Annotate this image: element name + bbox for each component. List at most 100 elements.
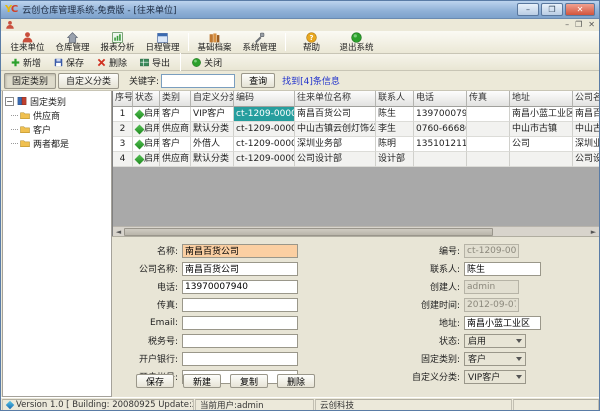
- toolbar-item-schedule[interactable]: 日程管理: [140, 31, 185, 53]
- toolbar-item-base-archives[interactable]: 基础档案: [192, 31, 237, 53]
- selected-cell[interactable]: ct-1209-00001: [234, 107, 295, 122]
- tax-no-field[interactable]: [182, 334, 298, 348]
- main-toolbar: 往来单位 仓库管理 报表分析 日程管理 基础档案 系统管理 ? 帮助: [1, 31, 599, 54]
- horizontal-scrollbar[interactable]: ◄ ►: [113, 226, 599, 236]
- toolbar-item-warehouse[interactable]: 仓库管理: [50, 31, 95, 53]
- created-time-field: [464, 298, 519, 312]
- fixed-category-label: 固定类别:: [400, 352, 460, 365]
- mdi-restore-button[interactable]: ❐: [575, 20, 582, 30]
- form-copy-button[interactable]: 复制: [230, 374, 268, 388]
- keyword-input[interactable]: [161, 74, 235, 88]
- col-header-status[interactable]: 状态: [133, 91, 160, 107]
- status-bar: Version 1.0 [ Building: 20080925 Update:…: [1, 397, 599, 411]
- title-bar: YC 云创仓库管理系统-免费版 - [往来单位] – ❐ ✕: [1, 1, 599, 19]
- tree-item-supplier[interactable]: 供应商: [19, 108, 109, 122]
- col-header-code[interactable]: 编码: [234, 91, 295, 107]
- export-button[interactable]: 导出: [134, 54, 175, 71]
- custom-category-select[interactable]: VIP客户: [464, 370, 526, 384]
- col-header-unit-name[interactable]: 往来单位名称: [295, 91, 376, 107]
- contact-field[interactable]: [464, 262, 541, 276]
- current-user-text: 当前用户:admin: [195, 399, 314, 411]
- col-header-fax[interactable]: 传真: [467, 91, 510, 107]
- status-enabled-icon: [135, 109, 145, 119]
- delete-button[interactable]: 删除: [91, 54, 132, 71]
- address-field[interactable]: [464, 316, 541, 330]
- table-row[interactable]: 3 启用 客户 外借人 ct-1209-00003 深圳业务部 陈明 13510…: [113, 137, 599, 152]
- toolbar-separator: [285, 33, 286, 51]
- form-save-button[interactable]: 保存: [136, 374, 174, 388]
- toolbar-item-reports[interactable]: 报表分析: [95, 31, 140, 53]
- bank-label: 开户银行:: [126, 352, 178, 365]
- table-row[interactable]: 4 启用 供应商 默认分类 ct-1209-00004 公司设计部 设计部 公司…: [113, 152, 599, 167]
- save-button[interactable]: 保存: [48, 54, 89, 71]
- mdi-close-button[interactable]: ✕: [588, 20, 595, 30]
- name-field[interactable]: [182, 244, 298, 258]
- toolbar-separator: [180, 53, 181, 71]
- bank-field[interactable]: [182, 352, 298, 366]
- chevron-down-icon: [516, 339, 522, 343]
- email-field[interactable]: [182, 316, 298, 330]
- folder-icon: [19, 123, 31, 135]
- mdi-minimize-button[interactable]: –: [565, 20, 569, 30]
- col-header-custom-category[interactable]: 自定义分类: [191, 91, 234, 107]
- chevron-down-icon: [516, 375, 522, 379]
- form-new-button[interactable]: 新建: [183, 374, 221, 388]
- phone-field[interactable]: [182, 280, 298, 294]
- tree-item-label: 客户: [33, 123, 51, 136]
- folder-icon: [19, 109, 31, 121]
- tree-item-both[interactable]: 两者都是: [19, 136, 109, 150]
- tree-root-fixed-category[interactable]: − 固定类别: [5, 94, 109, 108]
- search-button[interactable]: 查询: [241, 73, 275, 88]
- app-window: YC 云创仓库管理系统-免费版 - [往来单位] – ❐ ✕ – ❐ ✕ 往来单…: [0, 0, 600, 411]
- toolbar-item-help[interactable]: ? 帮助: [289, 31, 334, 53]
- status-enabled-icon: [135, 154, 145, 164]
- tree-item-customer[interactable]: 客户: [19, 122, 109, 136]
- category-tree: − 固定类别 供应商 客户 两者都是: [2, 91, 112, 397]
- close-button[interactable]: ✕: [565, 3, 595, 16]
- col-header-address[interactable]: 地址: [510, 91, 573, 107]
- phone-label: 电话:: [126, 280, 178, 293]
- scrollbar-thumb[interactable]: [124, 228, 493, 236]
- tree-expander[interactable]: −: [5, 97, 14, 106]
- toolbar-separator: [188, 33, 189, 51]
- tree-root-label: 固定类别: [30, 95, 66, 108]
- created-time-label: 创建时间:: [400, 298, 460, 311]
- status-select[interactable]: 启用: [464, 334, 526, 348]
- tab-fixed-category[interactable]: 固定类别: [4, 73, 56, 89]
- fixed-category-select[interactable]: 客户: [464, 352, 526, 366]
- scroll-left-arrow-icon[interactable]: ◄: [113, 227, 124, 237]
- export-excel-icon: [139, 57, 150, 68]
- email-label: Email:: [126, 318, 178, 328]
- contact-label: 联系人:: [400, 262, 460, 275]
- col-header-no[interactable]: 序号: [113, 91, 133, 107]
- close-view-button[interactable]: 关闭: [186, 54, 227, 71]
- toolbar-item-system[interactable]: 系统管理: [237, 31, 282, 53]
- add-button[interactable]: 新增: [5, 54, 46, 71]
- col-header-company[interactable]: 公司名称: [573, 91, 599, 107]
- code-field: [464, 244, 519, 258]
- status-label: 状态:: [400, 334, 460, 347]
- tab-custom-category[interactable]: 自定义分类: [58, 73, 119, 89]
- scroll-right-arrow-icon[interactable]: ►: [588, 227, 599, 237]
- grid-header-row: 序号 状态 类别 自定义分类 编码 往来单位名称 联系人 电话 传真 地址 公司…: [113, 91, 599, 107]
- col-header-phone[interactable]: 电话: [414, 91, 467, 107]
- address-label: 地址:: [400, 316, 460, 329]
- status-enabled-icon: [135, 139, 145, 149]
- partners-grid: 序号 状态 类别 自定义分类 编码 往来单位名称 联系人 电话 传真 地址 公司…: [112, 91, 599, 236]
- fax-field[interactable]: [182, 298, 298, 312]
- table-row[interactable]: 1 启用 客户 VIP客户 ct-1209-00001 南昌百货公司 陈生 13…: [113, 107, 599, 122]
- col-header-category[interactable]: 类别: [160, 91, 191, 107]
- maximize-button[interactable]: ❐: [541, 3, 563, 16]
- company-name-label: 公司名称:: [126, 262, 178, 275]
- search-result-count: 找到[4]条信息: [282, 74, 340, 87]
- toolbar-item-exit[interactable]: 退出系统: [334, 31, 379, 53]
- company-name-field[interactable]: [182, 262, 298, 276]
- col-header-contact[interactable]: 联系人: [376, 91, 414, 107]
- custom-category-label: 自定义分类:: [400, 370, 460, 383]
- tree-item-label: 供应商: [33, 109, 60, 122]
- form-delete-button[interactable]: 删除: [277, 374, 315, 388]
- table-row[interactable]: 2 启用 供应商 默认分类 ct-1209-00002 中山古镇云创灯饰公司 李…: [113, 122, 599, 137]
- filter-bar: 固定类别 自定义分类 关键字: 查询 找到[4]条信息: [1, 71, 599, 91]
- minimize-button[interactable]: –: [517, 3, 539, 16]
- toolbar-item-business-units[interactable]: 往来单位: [5, 31, 50, 53]
